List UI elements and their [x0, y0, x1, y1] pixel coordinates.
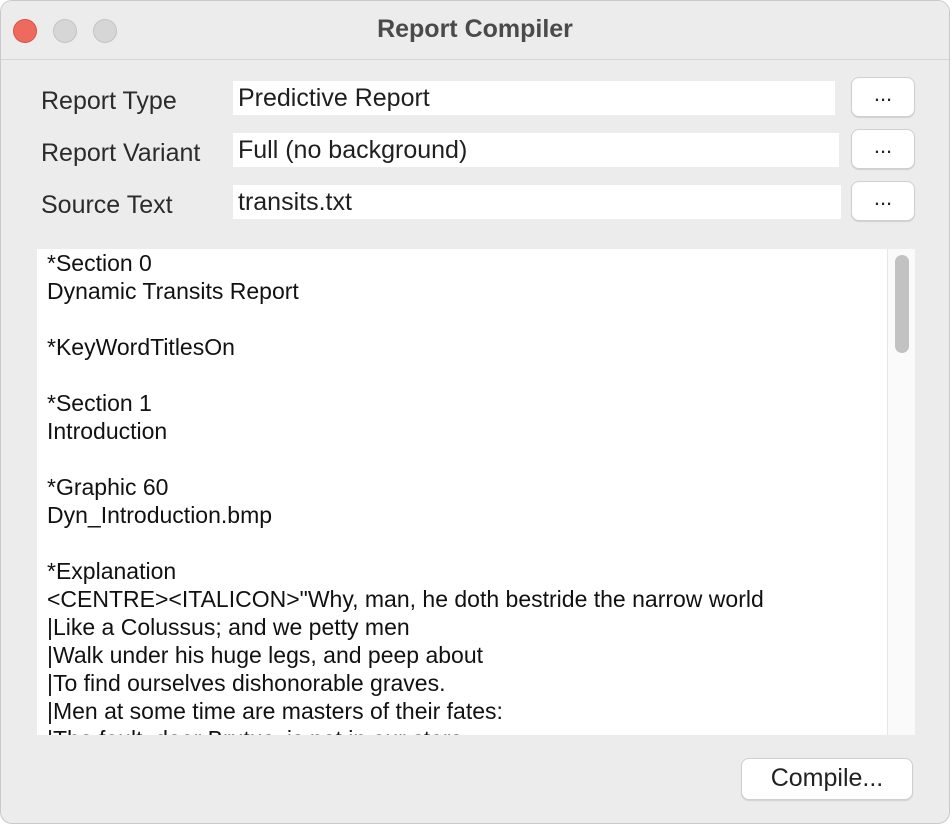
editor-scrollbar[interactable]: [887, 249, 915, 735]
editor-line: *Section 0: [47, 250, 152, 276]
report-variant-browse-button[interactable]: ...: [851, 129, 915, 169]
editor-line: Dynamic Transits Report: [47, 278, 299, 304]
report-compiler-window: Report Compiler Report Type Predictive R…: [0, 0, 950, 824]
report-variant-field[interactable]: Full (no background): [233, 133, 839, 167]
editor-line: *Section 1: [47, 390, 152, 416]
report-type-field[interactable]: Predictive Report: [233, 81, 835, 115]
editor-line: |Walk under his huge legs, and peep abou…: [47, 642, 484, 668]
editor-content: *Section 0 Dynamic Transits Report *KeyW…: [47, 249, 885, 735]
title-bar[interactable]: Report Compiler: [1, 1, 949, 60]
editor-line: |To find ourselves dishonorable graves.: [47, 670, 446, 696]
editor-line: <CENTRE><ITALICON>"Why, man, he doth bes…: [47, 586, 764, 612]
report-type-row: Report Type Predictive Report ...: [1, 77, 949, 121]
editor-line: |Like a Colussus; and we petty men: [47, 614, 410, 640]
compile-button[interactable]: Compile...: [741, 758, 913, 800]
editor-line: *Graphic 60: [47, 474, 169, 500]
report-type-browse-button[interactable]: ...: [851, 77, 915, 117]
editor-line: |Men at some time are masters of their f…: [47, 698, 503, 724]
editor-line: |The fault, dear Brutus, is not in our s…: [47, 725, 885, 735]
report-type-label: Report Type: [41, 87, 177, 115]
editor-line: *Explanation: [47, 558, 177, 584]
editor-line: *KeyWordTitlesOn: [47, 334, 235, 360]
source-text-label: Source Text: [41, 191, 173, 219]
editor-scroll-thumb[interactable]: [895, 255, 909, 353]
editor-line: Dyn_Introduction.bmp: [47, 502, 273, 528]
source-text-row: Source Text transits.txt ...: [1, 181, 949, 225]
report-variant-label: Report Variant: [41, 139, 201, 167]
source-text-browse-button[interactable]: ...: [851, 181, 915, 221]
editor-line: Introduction: [47, 418, 168, 444]
source-text-field[interactable]: transits.txt: [233, 185, 841, 219]
report-variant-row: Report Variant Full (no background) ...: [1, 129, 949, 173]
source-text-editor[interactable]: *Section 0 Dynamic Transits Report *KeyW…: [37, 249, 915, 735]
window-title: Report Compiler: [377, 15, 573, 43]
